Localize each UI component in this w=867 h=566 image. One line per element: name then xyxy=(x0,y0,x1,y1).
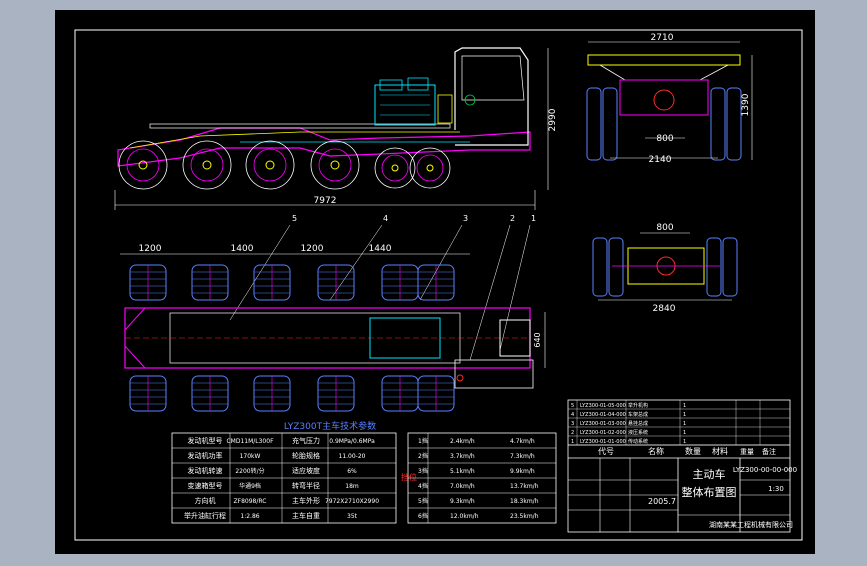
col-name: 名称 xyxy=(648,446,664,456)
rear-width-dim: 2710 xyxy=(651,33,674,43)
side-length-dim: 7972 xyxy=(314,196,337,206)
params-cell: 主车自重 xyxy=(292,511,320,520)
params-cell: 发动机型号 xyxy=(188,436,223,445)
parts-cell: 3 xyxy=(571,421,574,427)
params-title: LYZ300T主车技术参数 xyxy=(284,420,376,432)
params-cell: 发动机转速 xyxy=(188,466,223,475)
gear-cell: 7.0km/h xyxy=(450,483,475,490)
params-cell: 11.00-20 xyxy=(339,453,366,460)
parts-cell: LYZ300-01-02-000 xyxy=(580,430,626,436)
params-cell: 1:2.86 xyxy=(240,513,259,520)
params-cell: 举升油缸行程 xyxy=(184,511,226,520)
params-cell: 方向机 xyxy=(195,496,216,505)
params-cell: 适应坡度 xyxy=(292,466,320,475)
params-cell: 变速箱型号 xyxy=(188,481,223,490)
plan-width-dim: 640 xyxy=(533,332,542,347)
col-code: 代号 xyxy=(598,446,614,456)
gear-cell: 3.7km/h xyxy=(450,453,475,460)
parts-cell: 5 xyxy=(571,403,574,409)
drawing-number: LYZ300-00-00-000 xyxy=(733,466,797,474)
gear-cell: 18.3km/h xyxy=(510,498,539,505)
parts-cell: 车架总成 xyxy=(628,411,648,418)
parts-cell: 1 xyxy=(683,403,686,409)
parts-cell: 举升机构 xyxy=(628,402,648,409)
gear-cell: 6挡 xyxy=(418,512,428,520)
params-cell: 18m xyxy=(345,483,359,490)
params-cell: 6% xyxy=(347,468,357,475)
drawing-date: 2005.7 xyxy=(648,497,676,506)
parts-cell: LYZ300-01-03-000 xyxy=(580,421,626,427)
params-cell: 转弯半径 xyxy=(292,481,320,490)
drawing-scale: 1:30 xyxy=(768,485,784,493)
params-cell: 主车外形 xyxy=(292,496,320,505)
parts-cell: 4 xyxy=(571,412,574,418)
axle-spacing-1: 1200 xyxy=(139,244,162,254)
front-track-dim: 2840 xyxy=(653,304,676,314)
gear-cell: 2.4km/h xyxy=(450,438,475,445)
parts-cell: 1 xyxy=(683,439,686,445)
callout-5: 5 xyxy=(292,214,297,223)
parts-cell: LYZ300-01-05-000 xyxy=(580,403,626,409)
parts-cell: 液压系统 xyxy=(628,429,648,436)
col-qty: 数量 xyxy=(685,446,701,456)
gear-cell: 7.3km/h xyxy=(510,453,535,460)
gear-cell: 4.7km/h xyxy=(510,438,535,445)
params-cell: CMD11M/L300F xyxy=(226,438,274,445)
col-material: 材料 xyxy=(712,446,728,456)
gear-cell: 9.9km/h xyxy=(510,468,535,475)
parts-cell: 1 xyxy=(683,412,686,418)
callout-3: 3 xyxy=(463,214,468,223)
parts-cell: 悬挂总成 xyxy=(628,420,648,427)
rear-track-dim: 2140 xyxy=(649,155,672,165)
parts-cell: 传动系统 xyxy=(628,438,648,445)
rear-height-dim: 1390 xyxy=(741,93,751,116)
callout-1: 1 xyxy=(531,214,536,223)
parts-cell: 1 xyxy=(683,421,686,427)
drawing-canvas: 7972 2990 2710 800 2140 1390 800 2840 12… xyxy=(55,10,815,554)
params-cell: 华通9档 xyxy=(239,482,261,490)
gear-cell: 2挡 xyxy=(418,452,428,460)
params-cell: 170kW xyxy=(240,453,261,460)
company-name: 湖南某某工程机械有限公司 xyxy=(709,520,793,529)
params-cell: ZF8098/RC xyxy=(234,498,267,505)
gear-label: 挡位 xyxy=(401,472,417,482)
callout-2: 2 xyxy=(510,214,515,223)
gear-cell: 4挡 xyxy=(418,482,428,490)
parts-cell: LYZ300-01-01-000 xyxy=(580,439,626,445)
weight-label: 重量 xyxy=(740,448,754,456)
gear-cell: 5.1km/h xyxy=(450,468,475,475)
drawing-title-1: 主动车 xyxy=(693,467,726,481)
callout-4: 4 xyxy=(383,214,388,223)
params-cell: 轮胎规格 xyxy=(292,451,320,460)
params-cell: 充气压力 xyxy=(292,436,320,445)
gear-cell: 9.3km/h xyxy=(450,498,475,505)
note-label: 备注 xyxy=(762,447,776,456)
parts-cell: LYZ300-01-04-000 xyxy=(580,412,626,418)
params-cell: 2200转/分 xyxy=(235,467,264,475)
axle-spacing-2: 1400 xyxy=(231,244,254,254)
axle-spacing-3: 1200 xyxy=(301,244,324,254)
drawing-title-2: 整体布置图 xyxy=(682,485,737,499)
params-cell: 7972X2710X2990 xyxy=(325,498,379,505)
gear-cell: 13.7km/h xyxy=(510,483,539,490)
axle-spacing-4: 1440 xyxy=(369,244,392,254)
front-inner-dim: 800 xyxy=(656,223,673,233)
parts-cell: 2 xyxy=(571,430,574,436)
gear-cell: 5挡 xyxy=(418,497,428,505)
gear-cell: 23.5km/h xyxy=(510,513,539,520)
parts-cell: 1 xyxy=(683,430,686,436)
cad-drawing-viewport: 7972 2990 2710 800 2140 1390 800 2840 12… xyxy=(0,0,867,562)
gear-cell: 3挡 xyxy=(418,467,428,475)
side-height-dim: 2990 xyxy=(548,108,558,131)
params-cell: 发动机功率 xyxy=(188,451,223,460)
gear-cell: 1挡 xyxy=(418,437,428,445)
params-cell: 0.9MPa/0.6MPa xyxy=(329,438,375,445)
params-cell: 35t xyxy=(347,513,358,520)
rear-inner-dim: 800 xyxy=(656,134,673,144)
parts-cell: 1 xyxy=(571,439,574,445)
gear-cell: 12.0km/h xyxy=(450,513,479,520)
